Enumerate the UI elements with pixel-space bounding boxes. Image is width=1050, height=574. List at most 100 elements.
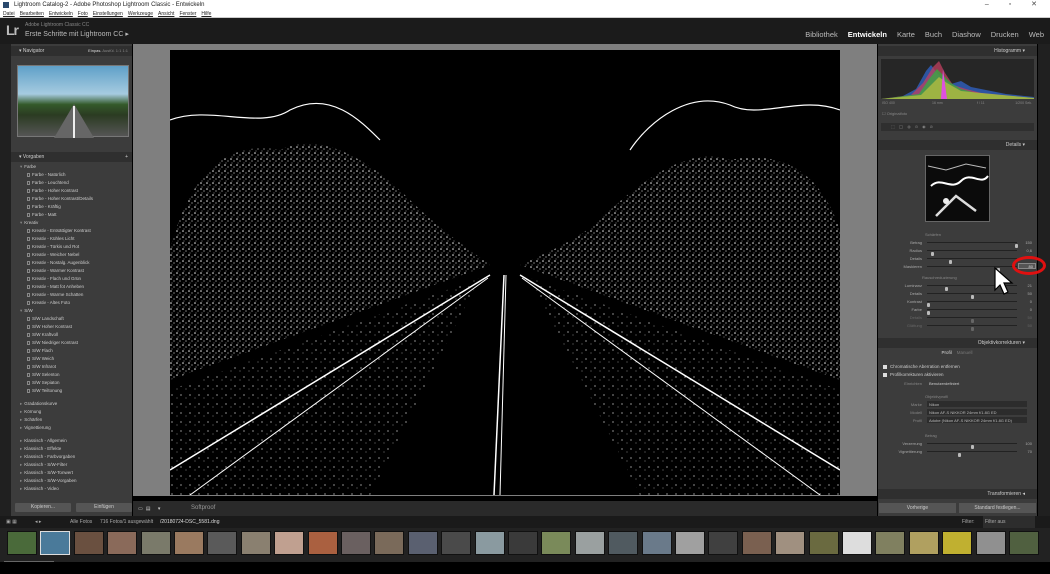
menu-item-fenster[interactable]: Fenster <box>179 11 196 17</box>
navigator-zoom-modes[interactable]: Einpas. Ausfül. 1:1 1:1 <box>88 46 128 56</box>
filmstrip-thumbnail[interactable] <box>675 531 705 555</box>
slider-knob[interactable] <box>971 326 974 331</box>
slider-value[interactable]: 50 <box>1016 290 1032 297</box>
module-buch[interactable]: Buch <box>925 30 942 39</box>
menu-item-ansicht[interactable]: Ansicht <box>158 11 174 17</box>
filmstrip-thumbnail[interactable] <box>875 531 906 555</box>
slider-knob[interactable] <box>957 452 961 457</box>
left-edge[interactable] <box>0 44 11 516</box>
preset-item[interactable]: Kreativ - Altes Foto <box>27 299 70 306</box>
preset-group-collapsed[interactable]: ▸ Klassisch - S/W-Tonwert <box>20 469 73 476</box>
filmstrip-thumbnail[interactable] <box>341 531 371 555</box>
preset-item[interactable]: Farbe - Kräftig <box>27 203 61 210</box>
filmstrip-thumbnail[interactable] <box>474 531 505 555</box>
slider-track[interactable] <box>927 443 1017 449</box>
filmstrip-thumbnail[interactable] <box>541 531 572 555</box>
filmstrip-thumbnail[interactable] <box>1009 531 1039 555</box>
paste-button[interactable]: Einfügen <box>76 503 132 512</box>
preset-item[interactable]: Kreativ - Weicher Nebel <box>27 251 79 258</box>
lens-field-modell[interactable]: Modell Nikon AF-S NIKKOR 24mm f/1.8G ED <box>882 409 1032 416</box>
slider-value[interactable]: 150 <box>1016 239 1032 246</box>
preset-item[interactable]: Kreativ - Nostalg. Augenblick <box>27 259 90 266</box>
tool-strip[interactable]: ⬚◯◍⊙◉⊘ <box>881 123 1034 131</box>
filmstrip-thumbnail[interactable] <box>107 531 138 555</box>
menu-item-einstellungen[interactable]: Einstellungen <box>93 11 123 17</box>
filter-select[interactable]: Filter aus <box>983 516 1035 528</box>
filmstrip-thumbnail[interactable] <box>441 531 472 555</box>
preset-item[interactable]: Farbe - Hoher Kontrast/Details <box>27 195 93 202</box>
filmstrip-thumbnail[interactable] <box>808 531 839 555</box>
filmstrip-thumbnail[interactable] <box>307 531 338 555</box>
filmstrip-thumbnail[interactable] <box>741 531 772 555</box>
slider-vignettierung[interactable]: Vignettierung 70 <box>882 448 1032 457</box>
slider-track[interactable] <box>927 309 1017 315</box>
slider-glättung[interactable]: Glättung 50 <box>882 322 1032 331</box>
detail-zoom-preview[interactable] <box>925 155 990 222</box>
menu-item-foto[interactable]: Foto <box>78 11 88 17</box>
slider-value[interactable]: 100 <box>1016 440 1032 447</box>
menu-item-bearbeiten[interactable]: Bearbeiten <box>20 11 44 17</box>
module-bibliothek[interactable]: Bibliothek <box>805 30 838 39</box>
filmstrip-thumbnail[interactable] <box>641 531 672 555</box>
module-entwickeln[interactable]: Entwickeln <box>848 30 887 39</box>
bottom-edge[interactable] <box>0 562 1050 574</box>
preset-item[interactable]: S/W Kraftvoll <box>27 331 58 338</box>
filmstrip-thumbnail[interactable] <box>407 531 438 555</box>
preset-group-collapsed[interactable]: ▸ Körnung <box>20 408 41 415</box>
filmstrip-thumbnail[interactable] <box>240 531 271 555</box>
filmstrip-thumbnail[interactable] <box>73 531 104 555</box>
preset-item[interactable]: S/W Sepiaton <box>27 379 60 386</box>
preset-item[interactable]: S/W Selenton <box>27 371 60 378</box>
preset-group-collapsed[interactable]: ▸ Klassisch - S/W-Vorgaben <box>20 477 76 484</box>
transform-header[interactable]: Transformieren ◂ <box>878 489 1037 499</box>
slider-track[interactable] <box>927 451 1017 457</box>
softproof-checkbox[interactable]: Softproof <box>191 505 215 511</box>
preset-group-collapsed[interactable]: ▸ Vignettierung <box>20 424 51 431</box>
preset-item[interactable]: Kreativ - Matt fot Anheben <box>27 283 84 290</box>
details-header[interactable]: Details ▾ <box>878 140 1037 150</box>
slider-value[interactable]: 0,6 <box>1016 247 1032 254</box>
slider-value[interactable]: 0 <box>1016 298 1032 305</box>
preset-item[interactable]: Farbe - Leuchtend <box>27 179 69 186</box>
preset-item[interactable]: S/W Niedriger Kontrast <box>27 339 78 346</box>
slider-track[interactable] <box>927 301 1017 307</box>
preset-item[interactable]: Farbe - Matt <box>27 211 57 218</box>
preset-item[interactable]: Farbe - Hoher Kontrast <box>27 187 78 194</box>
main-photo-sharpen-mask[interactable] <box>170 50 840 495</box>
view-mode-icons[interactable]: ▭▤ ▾ <box>138 506 163 512</box>
preset-item[interactable]: S/W Infrarot <box>27 363 56 370</box>
original-photo-toggle[interactable]: ☐ Originalfoto <box>882 111 907 116</box>
preset-group-collapsed[interactable]: ▸ Klassisch - Allgemein <box>20 437 67 444</box>
preset-item[interactable]: S/W Landschaft <box>27 315 64 322</box>
field-value[interactable]: Nikon AF-S NIKKOR 24mm f/1.8G ED <box>927 409 1027 415</box>
slider-betrag[interactable]: Betrag 150 <box>882 239 1032 248</box>
window-controls[interactable]: – ▫ ✕ <box>985 0 1046 10</box>
preset-item[interactable]: Kreativ - Kühles Licht <box>27 235 75 242</box>
filmstrip-thumbnail[interactable] <box>207 531 238 555</box>
previous-button[interactable]: Vorherige <box>879 503 956 513</box>
preset-item[interactable]: Farbe - Natürlich <box>27 171 66 178</box>
catalog-name[interactable]: Erste Schritte mit Lightroom CC ▸ <box>25 30 129 38</box>
slider-value[interactable]: 50 <box>1016 322 1032 329</box>
filmstrip-thumbnail[interactable] <box>574 531 605 555</box>
histogram[interactable] <box>881 59 1034 99</box>
tab-manuell[interactable]: Manuell <box>957 350 973 355</box>
presets-header[interactable]: ▾ Vorgaben + <box>11 152 132 162</box>
right-edge[interactable] <box>1038 44 1050 516</box>
preset-group-collapsed[interactable]: ▸ Klassisch - Effekte <box>20 445 61 452</box>
filmstrip-thumbnail[interactable] <box>274 531 305 555</box>
grid-icon[interactable]: ▣ ▦ <box>6 516 17 528</box>
filmstrip-thumbnail[interactable] <box>7 531 37 555</box>
menu-item-werkzeuge[interactable]: Werkzeuge <box>128 11 153 17</box>
preset-group-collapsed[interactable]: ▸ Schärfen <box>20 416 42 423</box>
preset-item[interactable]: Kreativ - Flach und Grün <box>27 275 81 282</box>
filmstrip-thumbnail[interactable] <box>842 531 872 555</box>
filmstrip-thumbnail[interactable] <box>374 531 405 555</box>
source-label[interactable]: Alle Fotos <box>70 516 92 528</box>
preset-item[interactable]: S/W Weich <box>27 355 54 362</box>
slider-radius[interactable]: Radius 0,6 <box>882 247 1032 256</box>
filmstrip-thumbnail[interactable] <box>608 531 639 555</box>
filmstrip-thumbnail[interactable] <box>40 531 71 555</box>
slider-track[interactable] <box>927 317 1017 323</box>
menu-item-hilfe[interactable]: Hilfe <box>201 11 211 17</box>
